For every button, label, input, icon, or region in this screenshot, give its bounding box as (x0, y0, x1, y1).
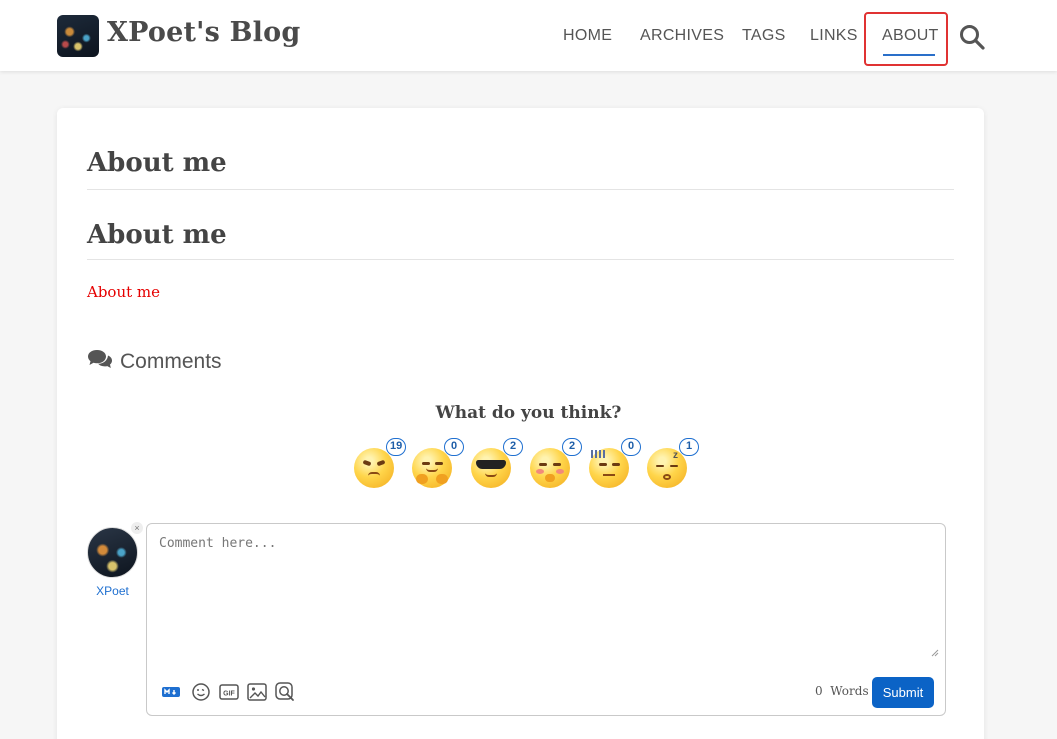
page-heading: About me (87, 220, 227, 250)
reaction-angry[interactable]: 19 (354, 438, 407, 490)
svg-text:GIF: GIF (223, 691, 235, 698)
reaction-count: 0 (444, 438, 464, 456)
emoji-icon[interactable] (191, 682, 211, 702)
word-count: 0 (815, 684, 823, 698)
submit-button[interactable]: Submit (872, 677, 934, 708)
reaction-cool[interactable]: 2 (471, 438, 523, 490)
word-counter: 0 Words (815, 684, 869, 698)
nav-tags[interactable]: TAGS (742, 27, 786, 45)
reaction-speechless[interactable]: 0 (589, 438, 641, 490)
heading-divider (87, 259, 954, 260)
title-divider (87, 189, 954, 190)
reaction-count: 2 (562, 438, 582, 456)
reaction-count: 0 (621, 438, 641, 456)
nav-archives[interactable]: ARCHIVES (640, 27, 724, 45)
reaction-hug[interactable]: 0 (412, 438, 464, 490)
comments-icon (87, 349, 113, 375)
comments-title: Comments (120, 350, 222, 373)
reaction-count: 1 (679, 438, 699, 456)
site-logo[interactable] (57, 15, 99, 57)
reaction-shy[interactable]: 2 (530, 438, 582, 490)
gif-icon[interactable]: GIF (219, 682, 239, 702)
reaction-count: 19 (386, 438, 407, 456)
image-icon[interactable] (247, 682, 267, 702)
reaction-sleepy[interactable]: z 1 (647, 438, 699, 490)
sleepy-emoji-icon: z (647, 448, 687, 488)
search-icon[interactable] (959, 24, 985, 50)
preview-icon[interactable] (275, 682, 295, 702)
speechless-emoji-icon (589, 448, 629, 488)
site-header: XPoet's Blog HOME ARCHIVES TAGS LINKS AB… (0, 0, 1057, 71)
markdown-icon[interactable] (161, 682, 181, 702)
comment-editor: GIF 0 Words Submit (146, 523, 946, 716)
angry-emoji-icon (354, 448, 394, 488)
user-name[interactable]: XPoet (87, 584, 138, 598)
reaction-prompt: What do you think? (435, 403, 622, 423)
cool-emoji-icon (471, 448, 511, 488)
site-title[interactable]: XPoet's Blog (107, 17, 300, 48)
nav-links[interactable]: LINKS (810, 27, 858, 45)
resize-handle-icon[interactable] (931, 642, 939, 657)
logout-close-icon[interactable]: × (131, 522, 143, 534)
comment-input[interactable] (159, 536, 939, 651)
shy-emoji-icon (530, 448, 570, 488)
hug-emoji-icon (412, 448, 452, 488)
page-title: About me (87, 148, 227, 178)
nav-home[interactable]: HOME (563, 27, 612, 45)
about-highlight-box (864, 12, 948, 66)
comments-header: Comments (87, 349, 222, 375)
reaction-count: 2 (503, 438, 523, 456)
word-label: Words (830, 684, 869, 698)
about-me-link[interactable]: About me (87, 283, 160, 301)
avatar[interactable] (87, 527, 138, 578)
